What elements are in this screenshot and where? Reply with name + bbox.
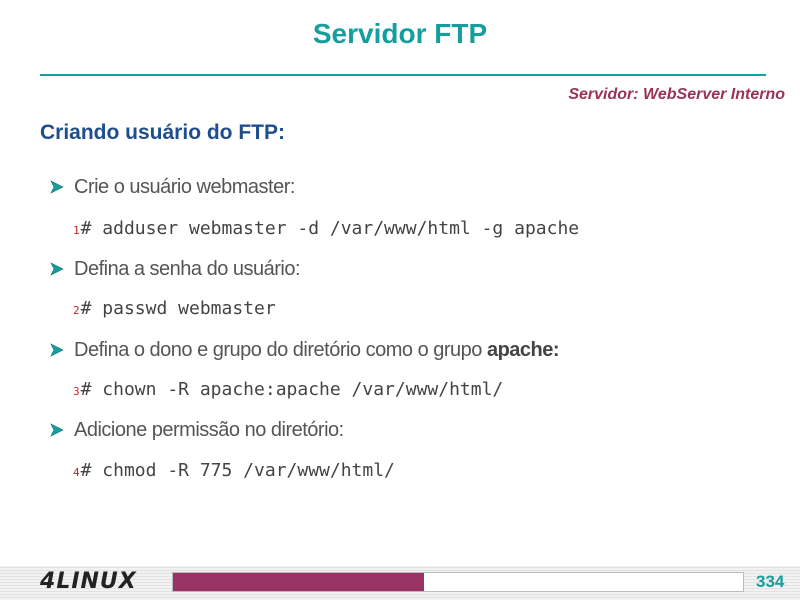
slide-subtitle: Servidor: WebServer Interno — [568, 86, 785, 103]
step-3-number: 3 — [73, 385, 80, 398]
step-4-command-text: # chmod -R 775 /var/www/html/ — [80, 460, 395, 481]
step-3-command-text: # chown -R apache:apache /var/www/html/ — [80, 379, 504, 400]
step-2-text: Defina a senha do usuário: — [50, 258, 301, 281]
step-1-number: 1 — [73, 224, 80, 237]
logo-digit: 4 — [40, 569, 57, 594]
page-number: 334 — [756, 572, 785, 591]
arrow-bullet-icon — [50, 419, 74, 442]
step-2-command-text: # passwd webmaster — [80, 298, 276, 319]
title-divider — [40, 74, 766, 76]
step-3-bold: apache: — [486, 339, 560, 361]
step-3-label: Defina o dono e grupo do diretório como … — [74, 339, 487, 361]
step-2-label: Defina a senha do usuário: — [74, 258, 301, 280]
arrow-bullet-icon — [50, 339, 74, 362]
slide-title: Servidor FTP — [312, 18, 488, 49]
step-3-text: Defina o dono e grupo do diretório como … — [50, 339, 560, 362]
step-4-label: Adicione permissão no diretório: — [74, 419, 344, 441]
step-1-text: Crie o usuário webmaster: — [50, 176, 295, 199]
step-1-command: 1# adduser webmaster -d /var/www/html -g… — [73, 218, 579, 239]
step-2-command: 2# passwd webmaster — [73, 298, 276, 319]
step-2-number: 2 — [73, 304, 80, 317]
step-3-command: 3# chown -R apache:apache /var/www/html/ — [73, 379, 503, 400]
logo-text: LINUX — [56, 569, 137, 594]
step-1-command-text: # adduser webmaster -d /var/www/html -g … — [80, 218, 580, 239]
arrow-bullet-icon — [50, 258, 74, 281]
arrow-bullet-icon — [50, 176, 74, 199]
section-heading: Criando usuário do FTP: — [40, 121, 285, 144]
step-4-text: Adicione permissão no diretório: — [50, 419, 344, 442]
logo: 4LINUX — [40, 569, 137, 594]
step-4-command: 4# chmod -R 775 /var/www/html/ — [73, 460, 395, 481]
step-4-number: 4 — [73, 466, 80, 479]
step-1-label: Crie o usuário webmaster: — [74, 176, 295, 198]
slide-progress-bar — [172, 572, 744, 592]
slide-progress-fill — [173, 573, 424, 591]
